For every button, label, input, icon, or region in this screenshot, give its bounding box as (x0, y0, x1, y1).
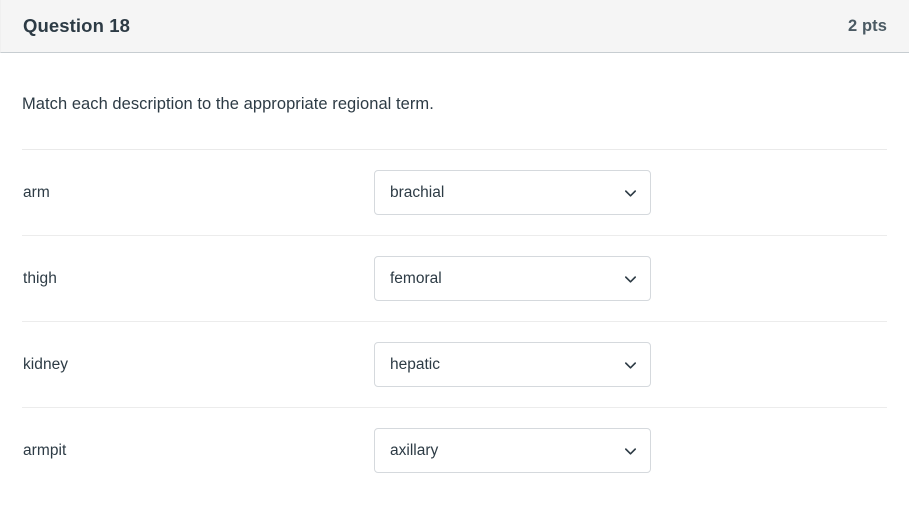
matching-select-kidney[interactable]: brachialfemoralhepaticaxillary (374, 342, 651, 388)
matching-select-thigh[interactable]: brachialfemoralhepaticaxillary (374, 256, 651, 302)
matching-select-arm[interactable]: brachialfemoralhepaticaxillary (374, 170, 651, 216)
question-title: Question 18 (23, 14, 130, 36)
matching-row-label: thigh (23, 269, 57, 287)
matching-select-wrapper: brachialfemoralhepaticaxillary (374, 428, 651, 474)
question-container: Question 18 2 pts Match each description… (0, 0, 909, 507)
question-body: Match each description to the appropriat… (0, 53, 909, 493)
question-prompt: Match each description to the appropriat… (22, 95, 434, 113)
matching-row-label: armpit (23, 441, 67, 459)
matching-select-armpit[interactable]: brachialfemoralhepaticaxillary (374, 428, 651, 474)
matching-row: armpit brachialfemoralhepaticaxillary (22, 407, 887, 493)
question-header: Question 18 2 pts (0, 0, 909, 53)
matching-select-wrapper: brachialfemoralhepaticaxillary (374, 342, 651, 388)
question-points: 2 pts (847, 16, 887, 35)
matching-row: arm brachialfemoralhepaticaxillary (22, 149, 887, 235)
matching-select-wrapper: brachialfemoralhepaticaxillary (374, 256, 651, 302)
matching-answers-list: arm brachialfemoralhepaticaxillary thigh… (22, 149, 887, 493)
matching-select-wrapper: brachialfemoralhepaticaxillary (374, 170, 651, 216)
matching-row-label: arm (23, 183, 50, 201)
matching-row: kidney brachialfemoralhepaticaxillary (22, 321, 887, 407)
matching-row-label: kidney (23, 355, 69, 373)
matching-row: thigh brachialfemoralhepaticaxillary (22, 235, 887, 321)
